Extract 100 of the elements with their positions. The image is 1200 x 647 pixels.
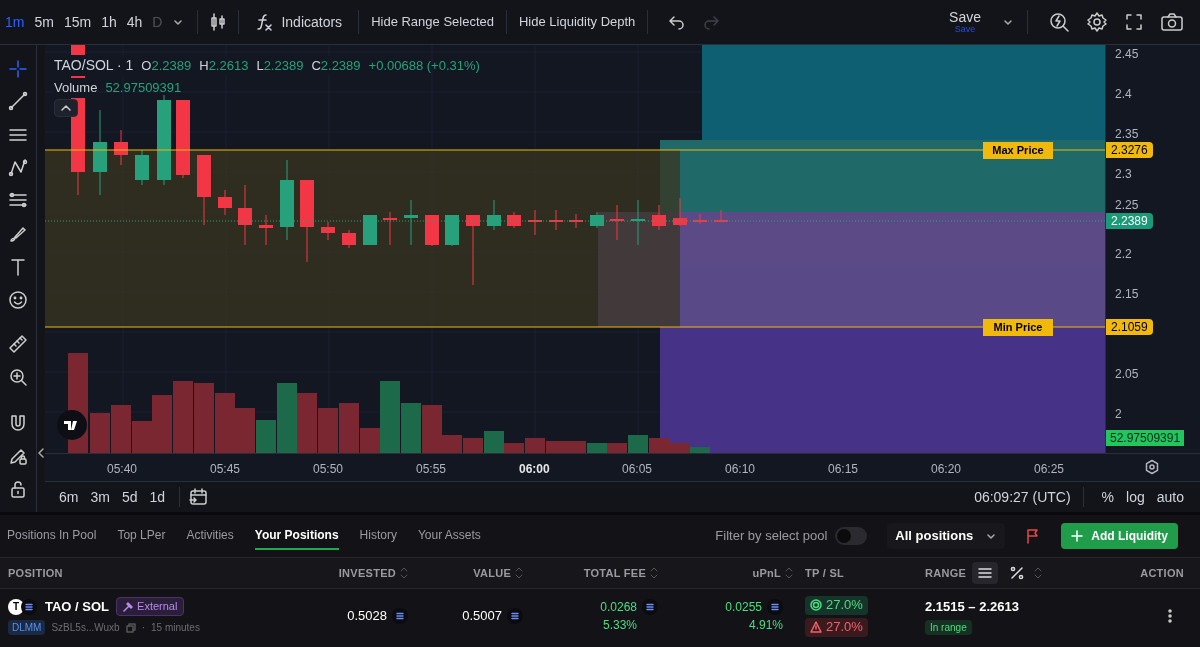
range-button[interactable]: 3m [84,486,116,508]
column-header: TP / SL [805,565,844,581]
price-tag: 2.3276 [1106,142,1153,158]
ruler-icon[interactable] [8,334,28,354]
panel-tab[interactable]: Activities [186,522,234,550]
volume-bar [587,443,607,453]
scale-button[interactable]: % [1095,486,1121,508]
brush-icon[interactable] [8,224,28,244]
volume-bar [318,408,338,453]
indicators-button[interactable]: Indicators [251,11,347,33]
go-to-date-icon[interactable] [188,487,209,507]
clock-time: 06:09:27 (UTC) [974,487,1071,507]
pattern-icon[interactable] [8,158,28,178]
panel-tab[interactable]: Top LPer [117,522,166,550]
time-tick: 05:50 [313,461,344,478]
function-icon [255,13,274,31]
token-icon [392,608,408,624]
upnl-percent: 4.91% [748,617,783,634]
price-tick: 2.45 [1115,46,1139,63]
value-amount: 0.5007 [462,607,502,626]
candle [714,209,728,223]
interval-button[interactable]: 1m [0,11,30,33]
toggle-button[interactable]: Hide Liquidity Depth [519,12,636,32]
add-liquidity-button[interactable]: Add Liquidity [1061,523,1178,549]
range-button[interactable]: 1d [143,486,172,508]
toggle-button[interactable]: Hide Range Selected [371,12,494,32]
panel-tab[interactable]: Your Assets [417,522,481,550]
candle [363,214,377,246]
price-tick: 2.2 [1115,246,1132,263]
protocol-tag: DLMM [8,620,46,636]
range-button[interactable]: 5d [115,486,144,508]
time-tick: 06:00 [519,461,550,478]
price-change: +0.00688 (+0.31%) [368,56,480,75]
panel-tab[interactable]: Your Positions [254,522,339,550]
position-age: · [141,621,145,636]
crosshair-icon[interactable] [8,59,28,79]
candle [238,184,252,246]
range-button[interactable]: 6m [53,486,85,508]
interval-button[interactable]: 15m [58,11,97,33]
candle [528,209,542,236]
more-icon[interactable] [1168,609,1172,623]
magnet-icon[interactable] [8,413,28,433]
volume-value: 52.97509391 [105,79,182,97]
axis-settings-icon[interactable] [1144,459,1160,475]
settings-icon[interactable] [1086,11,1108,33]
fullscreen-icon[interactable] [1124,12,1144,32]
position-address: SzBL5s...Wuxb [51,621,120,636]
interval-button[interactable]: 1h [96,11,122,33]
candlestick-icon[interactable] [210,12,227,32]
time-tick: 05:45 [210,461,241,478]
undo-icon[interactable] [668,13,687,31]
pair-name: TAO / SOL [45,597,110,616]
filter-toggle[interactable] [835,527,868,545]
range-label: Min Price [983,319,1053,336]
column-header: ACTION [1140,565,1184,581]
range-mode-button[interactable] [972,562,999,584]
panel-tab[interactable]: Positions In Pool [7,522,97,550]
candle [590,211,604,229]
plus-icon [1071,530,1084,542]
price-range: 2.1515 – 2.2613 [925,597,1020,616]
column-header: TOTAL FEE [583,565,646,581]
scale-button[interactable]: log [1120,486,1151,508]
target-icon [810,599,822,611]
fee-percent: 5.33% [602,617,637,634]
text-tool-icon[interactable] [8,257,28,277]
volume-bar [215,393,235,453]
lightning-search-icon[interactable] [1048,11,1070,33]
volume-bar [297,393,317,453]
smiley-icon[interactable] [8,290,28,310]
time-tick: 05:55 [416,461,447,478]
ohlc-value: H2.2613 [199,55,249,76]
scale-button[interactable]: auto [1150,486,1190,508]
panel-tab[interactable]: History [359,522,397,550]
sort-icon[interactable] [515,566,523,580]
collapse-button[interactable] [54,99,78,117]
save-button[interactable]: Save Save [945,10,985,34]
sort-icon[interactable] [1034,566,1043,580]
chevron-up-icon [61,104,71,112]
sort-icon[interactable] [400,566,408,580]
sort-icon[interactable] [650,566,658,580]
token-icon [767,599,783,615]
camera-icon[interactable] [1160,12,1184,32]
candle [342,229,356,249]
volume-tag: 52.97509391 [1106,430,1185,446]
column-header: uPnL [752,565,781,581]
price-tick: 2.05 [1115,366,1139,383]
interval-button[interactable]: 4h [121,11,148,33]
lock-icon[interactable] [8,479,28,499]
positions-dropdown[interactable]: All positions [887,523,1006,549]
candle [425,214,439,247]
time-tick: 06:15 [828,461,859,478]
volume-bar [546,441,566,453]
collapse-chevron-icon[interactable] [37,446,45,460]
pencil-lock-icon[interactable] [8,446,28,466]
zoom-in-icon[interactable] [8,367,28,387]
sort-icon[interactable] [785,566,793,580]
line-tool-icon[interactable] [8,91,28,111]
tradingview-logo-icon[interactable] [57,410,87,440]
interval-button[interactable]: 5m [29,11,59,33]
candle [652,204,666,231]
